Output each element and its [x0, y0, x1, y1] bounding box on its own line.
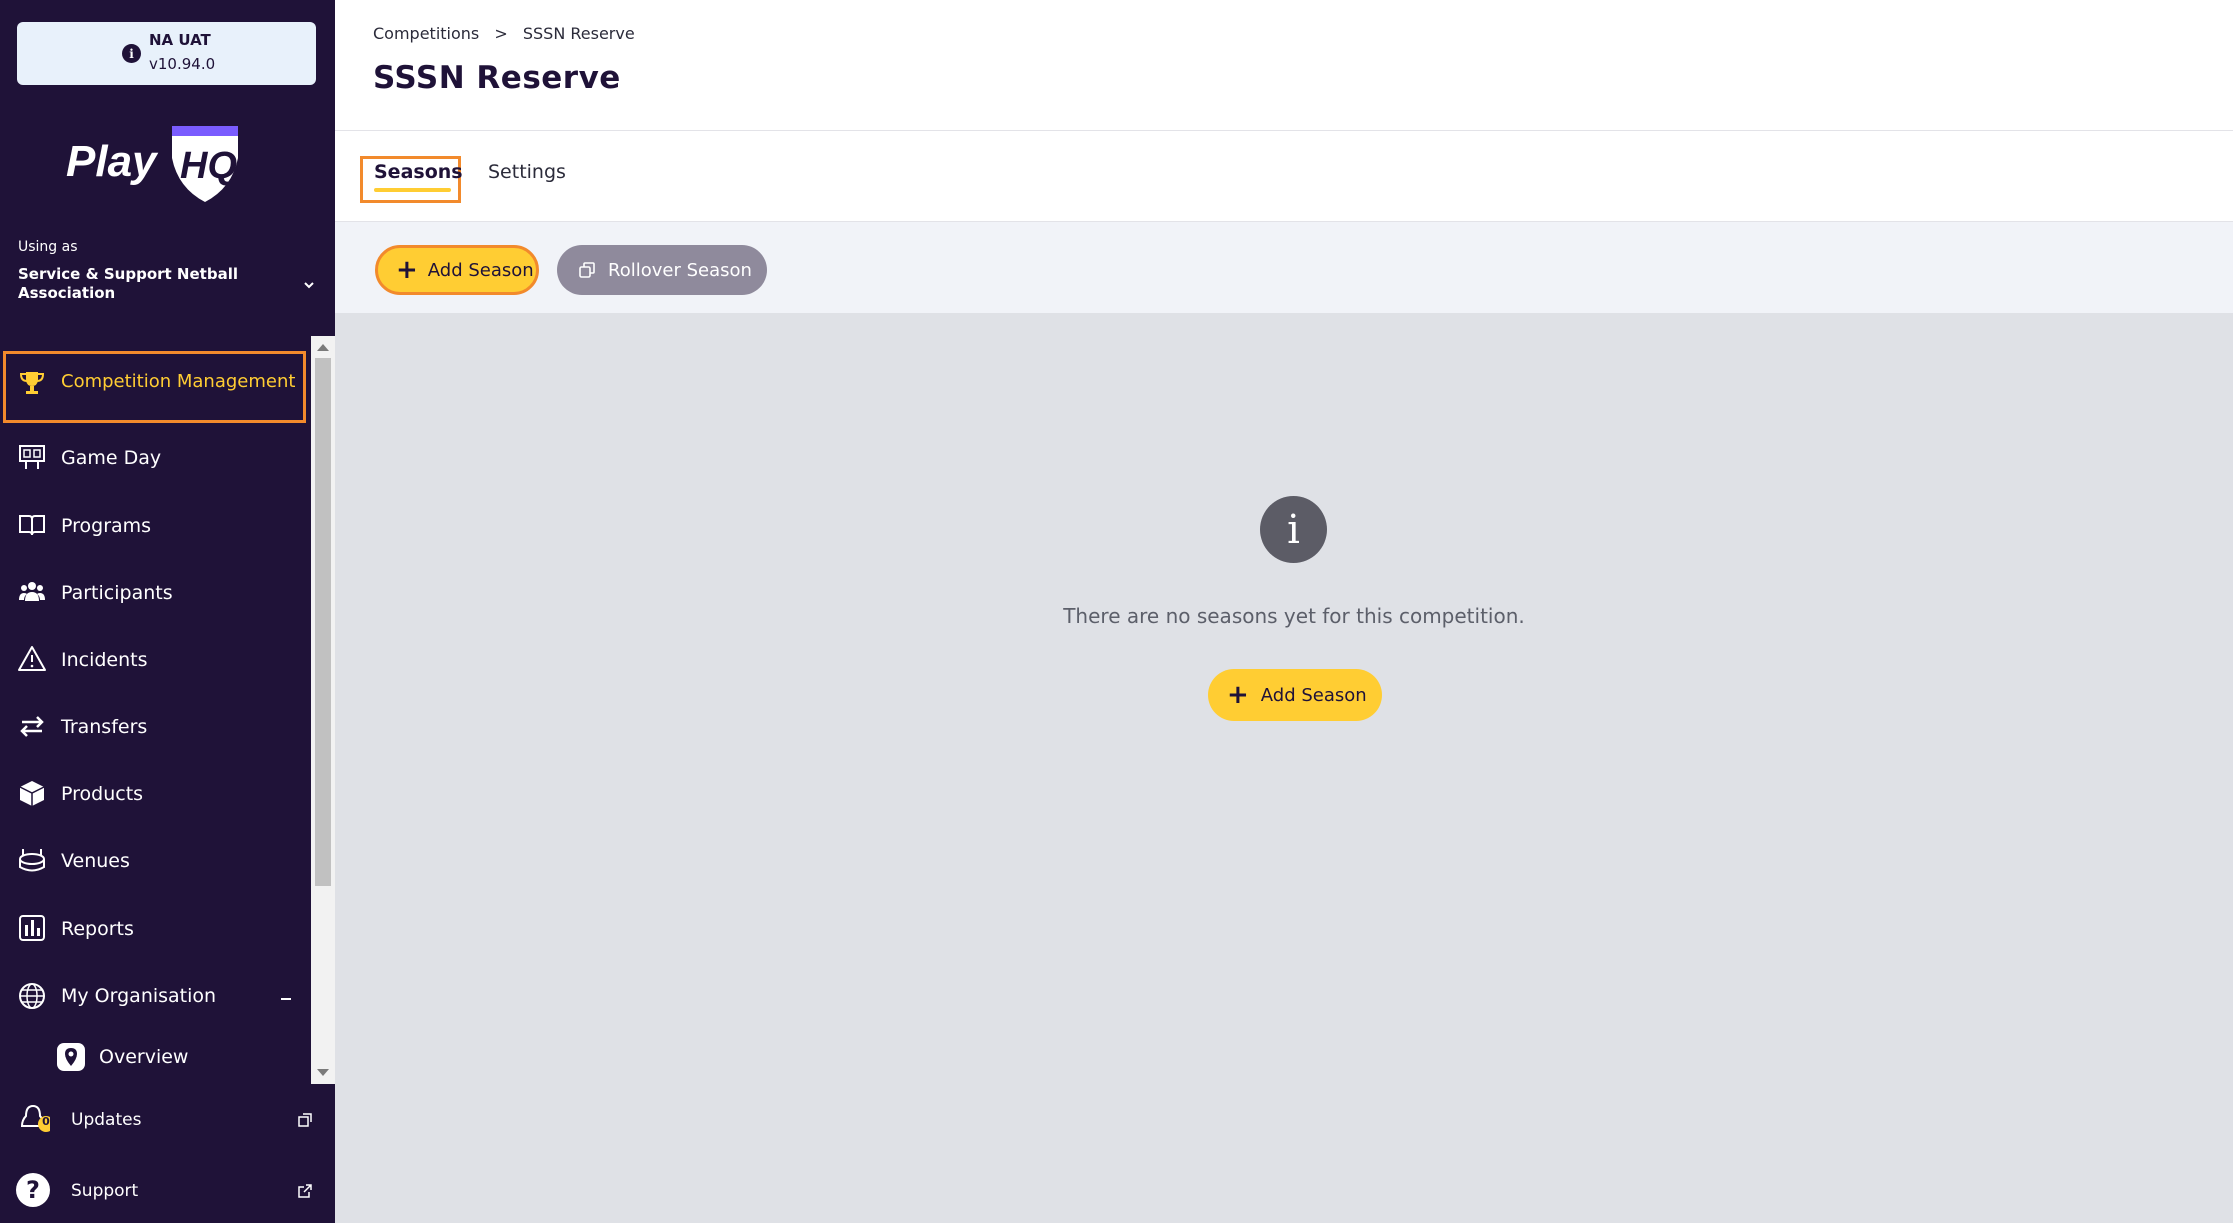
sidebar-item-label: Incidents: [61, 649, 148, 671]
using-as-label: Using as: [18, 239, 78, 255]
sidebar-item-game-day[interactable]: Game Day: [0, 428, 310, 488]
environment-name: NA UAT: [149, 31, 211, 49]
svg-text:Play: Play: [66, 137, 159, 186]
scroll-down-arrow-icon[interactable]: [317, 1069, 329, 1076]
sidebar-item-venues[interactable]: Venues: [0, 831, 310, 891]
environment-version: v10.94.0: [149, 55, 216, 73]
sidebar-item-label: Overview: [99, 1046, 189, 1068]
globe-icon: [19, 983, 45, 1009]
support-label: Support: [71, 1181, 139, 1201]
transfer-arrows-icon: [20, 716, 44, 737]
sidebar-scrollbar[interactable]: [311, 336, 335, 1084]
environment-badge: i NA UAT v10.94.0: [17, 22, 316, 85]
sidebar-item-label: Participants: [61, 582, 173, 604]
support-link[interactable]: ? Support: [0, 1163, 335, 1223]
sidebar-item-programs[interactable]: Programs: [0, 496, 310, 556]
sidebar: i NA UAT v10.94.0 Play HQ Using as Servi…: [0, 0, 335, 1223]
people-icon: [19, 582, 45, 601]
nav-list: Competition Management Game Day Programs…: [0, 336, 335, 1084]
rollover-season-button[interactable]: Rollover Season: [557, 245, 767, 295]
copy-icon: [579, 262, 595, 278]
info-icon: i: [1260, 496, 1327, 563]
sidebar-item-my-organisation[interactable]: My Organisation: [0, 966, 310, 1026]
sidebar-item-label: Products: [61, 783, 144, 805]
breadcrumb-competitions-link[interactable]: Competitions: [373, 24, 479, 43]
plus-icon: +: [1227, 680, 1249, 710]
sidebar-item-label: Programs: [61, 515, 152, 537]
collapse-icon[interactable]: [281, 998, 291, 1000]
page-header: Competitions > SSSN Reserve SSSN Reserve: [335, 0, 2233, 131]
sidebar-subitem-overview[interactable]: Overview: [0, 1029, 310, 1089]
tab-bar: Seasons Settings: [335, 131, 2233, 222]
tab-settings[interactable]: Settings: [488, 161, 566, 183]
empty-add-season-button[interactable]: + Add Season: [1208, 669, 1382, 721]
scoreboard-icon: [19, 445, 45, 469]
external-link-icon: [298, 1184, 312, 1198]
sidebar-item-label: Reports: [61, 918, 134, 940]
add-season-label: Add Season: [427, 259, 534, 281]
breadcrumb-separator: >: [494, 24, 508, 43]
sidebar-item-products[interactable]: Products: [0, 764, 310, 824]
scroll-thumb[interactable]: [315, 358, 331, 886]
book-icon: [19, 515, 45, 536]
updates-link[interactable]: 0 Updates: [0, 1090, 335, 1150]
sidebar-item-transfers[interactable]: Transfers: [0, 697, 310, 757]
warning-icon: [18, 646, 46, 671]
updates-count-badge: 0: [42, 1115, 50, 1128]
sidebar-item-label: Venues: [61, 850, 130, 872]
info-icon: i: [122, 44, 141, 63]
svg-text:HQ: HQ: [180, 145, 237, 187]
stadium-icon: [19, 849, 45, 872]
highlight-competition-management: [3, 351, 306, 423]
chevron-down-icon[interactable]: [302, 278, 316, 292]
location-pin-icon: [57, 1043, 85, 1071]
rollover-season-label: Rollover Season: [608, 259, 752, 281]
box-icon: [19, 781, 45, 806]
sidebar-item-label: My Organisation: [61, 985, 217, 1007]
organisation-selector[interactable]: Service & Support Netball Association: [18, 265, 283, 303]
toolbar: + Add Season Rollover Season: [335, 222, 2233, 313]
sidebar-item-label: Game Day: [61, 447, 162, 469]
help-icon: ?: [16, 1173, 50, 1207]
empty-state-message: There are no seasons yet for this compet…: [1063, 604, 1525, 628]
sidebar-item-participants[interactable]: Participants: [0, 563, 310, 623]
external-link-icon: [298, 1113, 312, 1127]
add-season-button[interactable]: + Add Season: [375, 245, 539, 295]
sidebar-item-incidents[interactable]: Incidents: [0, 630, 310, 690]
scroll-up-arrow-icon[interactable]: [317, 344, 329, 351]
playhq-logo[interactable]: Play HQ: [62, 118, 252, 208]
seasons-content: i There are no seasons yet for this comp…: [335, 313, 2233, 1223]
sidebar-item-label: Transfers: [61, 716, 148, 738]
bar-chart-icon: [19, 915, 45, 941]
breadcrumb-current: SSSN Reserve: [522, 24, 635, 43]
empty-add-season-label: Add Season: [1260, 684, 1367, 706]
plus-icon: +: [396, 255, 418, 285]
tab-seasons[interactable]: Seasons: [374, 161, 463, 183]
sidebar-item-reports[interactable]: Reports: [0, 899, 310, 959]
updates-label: Updates: [71, 1110, 142, 1130]
active-tab-underline: [374, 188, 451, 192]
breadcrumb: Competitions > SSSN Reserve: [373, 24, 645, 43]
page-title: SSSN Reserve: [373, 60, 621, 96]
